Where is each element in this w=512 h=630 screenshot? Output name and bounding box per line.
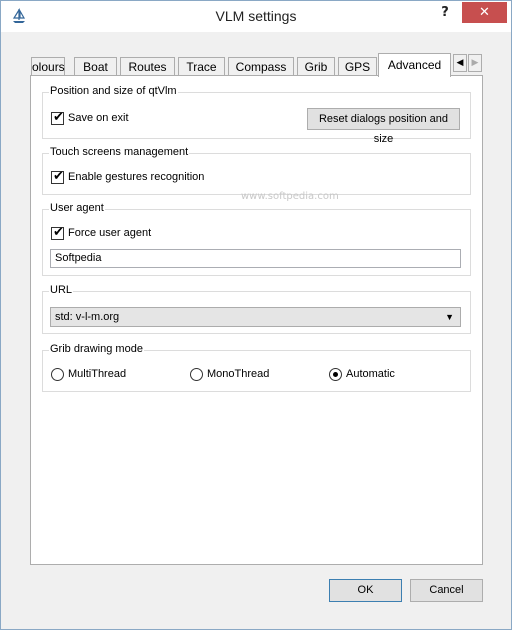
- user-agent-group-title: User agent: [49, 202, 105, 214]
- title-bar: VLM settings ? ✕: [1, 1, 511, 32]
- save-on-exit-checkbox[interactable]: ✔: [51, 110, 64, 125]
- chevron-down-icon: ▼: [445, 312, 454, 322]
- user-agent-input[interactable]: Softpedia: [50, 249, 461, 268]
- tab-advanced[interactable]: Advanced: [378, 53, 451, 77]
- check-icon: ✔: [53, 169, 64, 184]
- help-button[interactable]: ?: [435, 3, 455, 23]
- check-icon: ✔: [53, 225, 64, 240]
- url-group-title: URL: [49, 284, 74, 296]
- monothread-label: MonoThread: [207, 368, 270, 380]
- monothread-radio[interactable]: [190, 368, 203, 381]
- touch-group-title: Touch screens management: [49, 146, 190, 158]
- force-user-agent-checkbox[interactable]: ✔: [51, 225, 64, 240]
- gestures-label: Enable gestures recognition: [68, 171, 205, 183]
- reset-dialogs-button[interactable]: Reset dialogs position and size: [307, 108, 460, 145]
- cancel-button[interactable]: Cancel: [410, 579, 483, 602]
- check-icon: ✔: [53, 110, 64, 125]
- tab-grib[interactable]: Grib: [297, 57, 335, 77]
- tab-routes[interactable]: Routes: [120, 57, 175, 77]
- tab-trace[interactable]: Trace: [178, 57, 225, 77]
- tab-colours[interactable]: olours: [31, 57, 65, 77]
- grib-group-title: Grib drawing mode: [49, 343, 144, 355]
- url-select[interactable]: std: v-l-m.org ▼: [50, 307, 461, 327]
- settings-window: VLM settings ? ✕ olours Boat Routes Trac…: [0, 0, 512, 630]
- close-button[interactable]: ✕: [462, 2, 507, 23]
- tab-scroll-left-button[interactable]: ◀: [453, 54, 467, 72]
- tab-gps[interactable]: GPS: [338, 57, 377, 77]
- automatic-radio[interactable]: [329, 368, 342, 381]
- radio-dot: [333, 372, 338, 377]
- multithread-label: MultiThread: [68, 368, 127, 380]
- automatic-label: Automatic: [346, 368, 395, 380]
- save-on-exit-label: Save on exit: [68, 112, 129, 124]
- tab-scroll-right-button[interactable]: ▶: [468, 54, 482, 72]
- force-user-agent-label: Force user agent: [68, 227, 152, 239]
- position-group-title: Position and size of qtVlm: [49, 85, 178, 97]
- url-select-value: std: v-l-m.org: [55, 311, 120, 323]
- tab-compass[interactable]: Compass: [228, 57, 294, 77]
- ok-button[interactable]: OK: [329, 579, 402, 602]
- gestures-checkbox[interactable]: ✔: [51, 169, 64, 184]
- multithread-radio[interactable]: [51, 368, 64, 381]
- tab-boat[interactable]: Boat: [74, 57, 117, 77]
- watermark: www.softpedia.com: [241, 191, 339, 202]
